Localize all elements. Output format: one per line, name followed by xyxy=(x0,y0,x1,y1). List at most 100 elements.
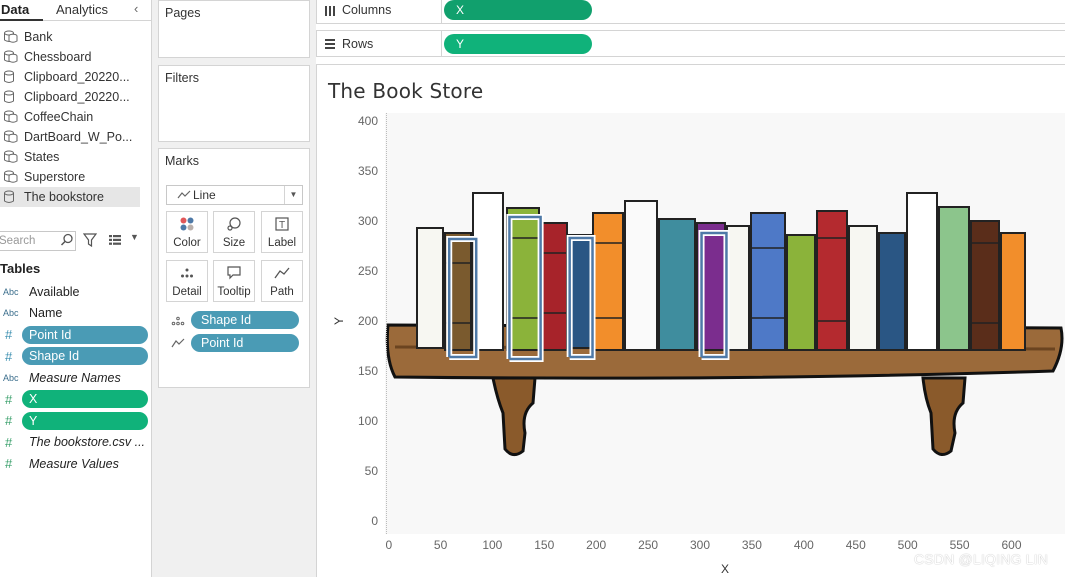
series-line[interactable] xyxy=(508,215,542,361)
x-tick-label: 600 xyxy=(1001,538,1022,552)
x-tick-label: 350 xyxy=(741,538,762,552)
series-line[interactable] xyxy=(447,237,478,359)
pages-card[interactable]: Pages xyxy=(158,0,310,58)
marks-card: Marks Line ▼ Color Size T Label Detail T… xyxy=(158,148,310,388)
x-tick-label: 400 xyxy=(793,538,814,552)
field-item[interactable]: # The bookstore.csv ... xyxy=(0,432,151,454)
x-tick-label: 300 xyxy=(690,538,711,552)
data-source-label: Chessboard xyxy=(24,50,92,64)
field-item[interactable]: Abc Name xyxy=(0,303,151,325)
path-label: Path xyxy=(270,286,294,298)
size-button[interactable]: Size xyxy=(213,211,255,253)
cylinder-icon xyxy=(3,90,19,104)
x-tick-label: 150 xyxy=(534,538,555,552)
tooltip-button[interactable]: Tooltip xyxy=(213,260,255,302)
field-item[interactable]: # Shape Id xyxy=(0,346,151,368)
size-icon xyxy=(214,216,254,232)
chevron-down-icon[interactable]: ▼ xyxy=(284,186,302,204)
x-tick-label: 550 xyxy=(949,538,970,552)
data-source-item[interactable]: The bookstore xyxy=(0,187,140,207)
data-source-item[interactable]: States xyxy=(0,147,151,167)
database-icon xyxy=(3,110,19,124)
detail-label: Detail xyxy=(172,286,202,298)
data-source-item[interactable]: DartBoard_W_Po... xyxy=(0,127,151,147)
data-source-label: Bank xyxy=(24,30,53,44)
y-tick-label: 250 xyxy=(357,264,378,278)
marks-title: Marks xyxy=(165,154,200,168)
field-item[interactable]: Abc Measure Names xyxy=(0,367,151,389)
field-item[interactable]: # Point Id xyxy=(0,324,151,346)
field-search-row: Search ▼ xyxy=(0,231,151,251)
columns-pill-x[interactable]: X xyxy=(444,0,592,20)
field-item[interactable]: # Y xyxy=(0,410,151,432)
data-source-item[interactable]: CoffeeChain xyxy=(0,107,151,127)
field-label: Measure Values xyxy=(29,456,119,471)
cylinder-icon xyxy=(3,190,19,204)
marks-field-shape-id[interactable]: Shape Id xyxy=(191,311,299,329)
measure-type-icon: # xyxy=(5,413,13,429)
collapse-pane-icon[interactable]: ‹ xyxy=(134,0,138,18)
tables-heading: Tables xyxy=(0,261,41,276)
mark-type-label: Line xyxy=(193,188,216,202)
path-button[interactable]: Path xyxy=(261,260,303,302)
field-item[interactable]: # Measure Values xyxy=(0,453,151,475)
columns-icon xyxy=(325,6,335,16)
x-tick-label: 250 xyxy=(638,538,659,552)
data-source-label: Clipboard_20220... xyxy=(24,70,130,84)
data-source-item[interactable]: Chessboard xyxy=(0,47,151,67)
field-item[interactable]: # X xyxy=(0,389,151,411)
label-button[interactable]: T Label xyxy=(261,211,303,253)
y-tick-label: 300 xyxy=(357,214,378,228)
rows-pill-y[interactable]: Y xyxy=(444,34,592,54)
tooltip-label: Tooltip xyxy=(217,286,251,298)
data-source-label: CoffeeChain xyxy=(24,110,94,124)
path-icon xyxy=(171,338,185,348)
search-icon[interactable] xyxy=(60,233,74,247)
rows-shelf[interactable]: Rows Y xyxy=(316,30,1065,57)
series-line[interactable] xyxy=(568,236,594,359)
data-source-label: Superstore xyxy=(24,170,86,184)
series-line-halo xyxy=(566,235,596,360)
data-source-label: DartBoard_W_Po... xyxy=(24,130,133,144)
viz-title: The Book Store xyxy=(328,79,484,103)
marks-field-point-id[interactable]: Point Id xyxy=(191,334,299,352)
svg-text:T: T xyxy=(279,220,285,231)
view-options-icon[interactable] xyxy=(108,234,122,246)
measure-type-icon: # xyxy=(5,456,13,472)
field-label: Shape Id xyxy=(22,347,148,366)
data-source-item[interactable]: Clipboard_20220... xyxy=(0,67,151,87)
chevron-down-icon[interactable]: ▼ xyxy=(130,232,139,242)
data-source-item[interactable]: Superstore xyxy=(0,167,151,187)
detail-button[interactable]: Detail xyxy=(166,260,208,302)
y-tick-label: 0 xyxy=(371,514,378,528)
x-tick-label: 100 xyxy=(482,538,503,552)
pages-title: Pages xyxy=(165,6,201,20)
series-line-halo xyxy=(506,214,544,362)
y-tick-label: 200 xyxy=(357,314,378,328)
data-source-item[interactable]: Clipboard_20220... xyxy=(0,87,151,107)
columns-shelf[interactable]: Columns X xyxy=(316,0,1065,24)
field-item[interactable]: Abc Available xyxy=(0,281,151,303)
rows-icon xyxy=(325,39,335,49)
tab-analytics[interactable]: Analytics xyxy=(56,0,108,21)
x-tick-label: 0 xyxy=(385,538,393,552)
y-axis-label: Y xyxy=(332,316,347,326)
data-source-list: Bank Chessboard Clipboard_20220... Clipboar… xyxy=(0,27,151,207)
data-source-item[interactable]: Bank xyxy=(0,27,151,47)
color-button[interactable]: Color xyxy=(166,211,208,253)
line-mark-icon xyxy=(177,190,191,199)
label-label: Label xyxy=(267,237,297,249)
y-tick-label: 400 xyxy=(357,114,378,128)
database-icon xyxy=(3,50,19,64)
x-tick-label: 500 xyxy=(897,538,918,552)
tab-data[interactable]: Data xyxy=(0,0,43,21)
mark-type-dropdown[interactable]: Line ▼ xyxy=(166,185,303,205)
series-line-halo xyxy=(698,230,730,360)
y-tick-label: 50 xyxy=(364,464,378,478)
rows-label-box: Rows xyxy=(317,31,442,56)
chart-plot-area[interactable] xyxy=(385,113,1065,534)
filter-icon[interactable] xyxy=(83,233,97,247)
series-line[interactable] xyxy=(700,231,728,359)
filters-card[interactable]: Filters xyxy=(158,65,310,142)
field-label: Available xyxy=(29,284,80,299)
